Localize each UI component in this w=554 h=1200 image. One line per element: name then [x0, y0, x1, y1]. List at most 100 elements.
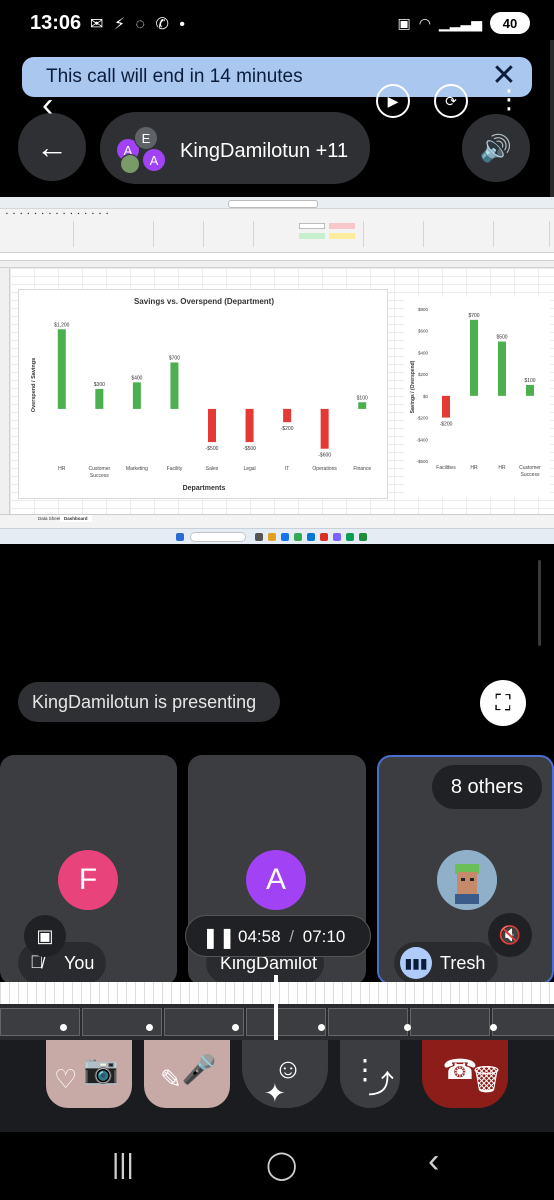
- chart-title: Savings vs. Overspend (Department): [134, 297, 274, 306]
- taskbar-app-icon: [281, 533, 289, 541]
- excel-search-box: [228, 200, 318, 208]
- y-tick-label: $600: [418, 329, 429, 334]
- status-bar: 13:06 ✉ ⚡ ◌ ✆ • ▣ ◠ ▁▂▃▅ 40: [0, 0, 554, 50]
- notification-icons: ✉ ⚡ ◌ ✆ •: [90, 16, 188, 33]
- chart-bar: [170, 362, 179, 409]
- data-label: $300: [94, 382, 105, 388]
- screenshot-button[interactable]: ▣: [24, 915, 66, 957]
- x-tick-label: Facilities: [436, 465, 456, 471]
- excel-ribbon: ▪ ▪ ▪ ▪ ▪ ▪ ▪ ▪ ▪ ▪ ▪ ▪ ▪ ▪ ▪: [0, 197, 554, 253]
- participant-avatar: E: [134, 126, 158, 150]
- y-tick-label: $200: [418, 372, 429, 377]
- x-tick-label: HR: [58, 466, 66, 472]
- speaking-icon: ▮▮▮: [400, 947, 432, 979]
- volume-off-icon: 🔇: [498, 924, 522, 945]
- timeline-frame: [328, 1008, 408, 1036]
- windows-taskbar: [0, 528, 554, 544]
- chart-bar: [57, 329, 66, 409]
- meeting-info-pill[interactable]: A E A KingDamilotun +11: [100, 112, 370, 184]
- data-label: -$500: [243, 446, 256, 452]
- taskbar-app-icon: [255, 533, 263, 541]
- ribbon-group: [254, 221, 364, 247]
- ribbon-group: [74, 221, 154, 247]
- like-icon[interactable]: ♡: [54, 1064, 77, 1095]
- excel-row-headers: [0, 268, 10, 514]
- timeline-frame: [0, 1008, 80, 1036]
- data-label: $100: [524, 378, 535, 384]
- y-axis-label: Overspend / Savings: [31, 358, 37, 412]
- excel-sheet-tabs: Data Sheet Dashboard: [0, 514, 554, 523]
- data-label: -$200: [440, 422, 453, 428]
- ai-sparkle-icon[interactable]: ✦: [264, 1078, 286, 1109]
- mute-participant-button[interactable]: 🔇: [488, 913, 532, 957]
- others-count[interactable]: 8 others: [432, 765, 542, 809]
- x-tick-label: IT: [285, 466, 289, 472]
- back-nav-icon[interactable]: ‹: [428, 1142, 439, 1181]
- cast-icon: ▣: [397, 14, 411, 31]
- excel-menu-tabs: ▪ ▪ ▪ ▪ ▪ ▪ ▪ ▪ ▪ ▪ ▪ ▪ ▪ ▪ ▪: [6, 211, 111, 217]
- y-tick-label: -$200: [416, 416, 428, 421]
- x-tick-label: Finance: [353, 466, 371, 472]
- y-tick-label: $400: [418, 350, 429, 355]
- x-tick-label: HR: [498, 465, 506, 471]
- player-back-icon[interactable]: ‹: [42, 86, 53, 125]
- recents-icon[interactable]: |||: [112, 1148, 134, 1180]
- arrow-left-icon: ←: [36, 128, 68, 165]
- x-tick-label: Success: [521, 472, 540, 478]
- data-label: -$200: [281, 426, 294, 432]
- wifi-icon: ◠: [418, 14, 431, 31]
- pause-icon[interactable]: ❚❚: [202, 925, 236, 950]
- fullscreen-button[interactable]: ⛶: [480, 680, 526, 726]
- y-tick-label: -$400: [416, 437, 428, 442]
- share-icon[interactable]: ⤴: [368, 1064, 394, 1101]
- player-sync-icon[interactable]: ⟳: [434, 84, 468, 118]
- scroll-indicator: [538, 560, 541, 646]
- timeline-scrubber[interactable]: [274, 975, 278, 1047]
- data-label: $1,200: [54, 322, 70, 328]
- player-play-icon[interactable]: ▶: [376, 84, 410, 118]
- mic-toggle-button[interactable]: 🎤: [144, 1040, 230, 1108]
- x-tick-label: Operations: [312, 466, 337, 472]
- data-label: $700: [169, 355, 180, 361]
- participant-avatars: A E A: [112, 126, 168, 174]
- y-tick-label: $800: [418, 307, 429, 312]
- excel-formula-bar: [0, 253, 554, 261]
- signal-icon: ▁▂▃▅: [438, 14, 482, 31]
- edit-icon[interactable]: ✎: [160, 1064, 182, 1095]
- x-tick-label: Facility: [167, 466, 183, 472]
- presenting-chip: KingDamilotun is presenting: [18, 682, 280, 722]
- chart-bar: [442, 395, 450, 418]
- y-axis-label: Savings / (Overspend): [410, 360, 416, 413]
- participant-name: You: [64, 953, 95, 973]
- side-savings-chart: $800 $600 $400 $200 $0 -$200 -$400 -$600 Savings…: [410, 307, 541, 478]
- timeline-frame: [492, 1008, 554, 1036]
- style-normal-swatch: [299, 223, 325, 229]
- timeline-marker: [318, 1024, 325, 1031]
- data-label: $400: [131, 375, 142, 381]
- more-icon[interactable]: ⋮: [496, 84, 522, 115]
- chart-bar: [320, 408, 329, 449]
- speaker-button[interactable]: 🔊: [462, 114, 530, 182]
- taskbar-app-icon: [359, 533, 367, 541]
- delete-icon[interactable]: 🗑: [470, 1064, 503, 1095]
- x-tick-label: Customer: [88, 466, 110, 472]
- data-label: -$500: [206, 446, 219, 452]
- x-tick-label: Sales: [206, 466, 219, 472]
- x-tick-label: Success: [90, 473, 109, 479]
- ribbon-group: [154, 221, 204, 247]
- timeline-marker: [404, 1024, 411, 1031]
- x-tick-label: HR: [470, 465, 478, 471]
- home-icon[interactable]: ◯: [266, 1148, 297, 1181]
- timeline-marker: [60, 1024, 67, 1031]
- ribbon-group: [494, 221, 550, 247]
- ribbon-group: [204, 221, 254, 247]
- chart-bar: [245, 408, 254, 443]
- savings-chart: Savings vs. Overspend (Department) Depart…: [31, 297, 371, 492]
- pixel-art-icon: [437, 850, 497, 910]
- timeline-marker: [490, 1024, 497, 1031]
- shared-screen[interactable]: ▪ ▪ ▪ ▪ ▪ ▪ ▪ ▪ ▪ ▪ ▪ ▪ ▪ ▪ ▪ Savings vs…: [0, 197, 554, 544]
- playback-controls[interactable]: ❚❚ 04:58 / 07:10: [185, 915, 371, 957]
- data-label: $100: [357, 395, 368, 401]
- style-bad-swatch: [329, 223, 355, 229]
- battery-indicator: 40: [490, 12, 530, 34]
